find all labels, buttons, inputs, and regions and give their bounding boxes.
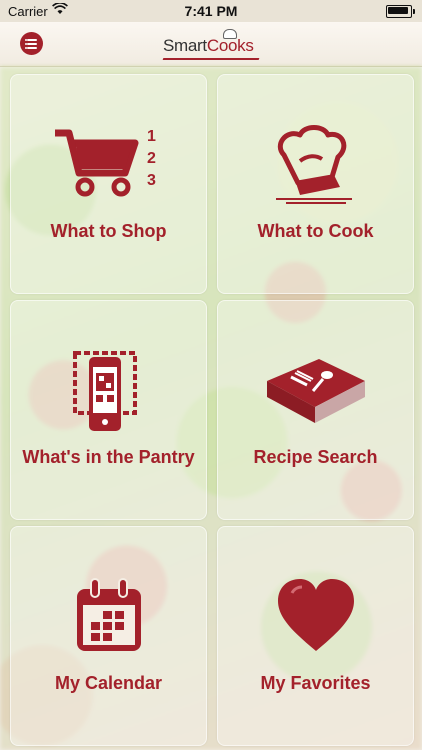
logo-text-smart: Smart [163,36,207,55]
qr-phone-icon [11,351,206,441]
cart-number-3: 3 [147,172,156,189]
battery-icon [386,5,415,18]
list-icon[interactable] [20,32,43,55]
logo-underline [162,58,260,60]
tile-label-what-to-cook: What to Cook [257,221,374,241]
status-time: 7:41 PM [184,3,238,19]
tile-label-whats-in-the-pantry: What's in the Pantry [22,447,195,467]
logo-text-cooks: Cooks [206,36,254,55]
tile-label-what-to-shop: What to Shop [50,221,167,241]
tile-what-to-cook[interactable]: What to Cook [217,74,414,294]
tile-label-my-favorites: My Favorites [260,673,371,693]
cart-number-1: 1 [147,128,156,145]
calendar-icon [11,577,206,667]
cookbook-icon [218,351,413,441]
app-logo: SmartCooks [162,29,260,62]
chef-hat-icon [218,125,413,215]
shopping-cart-icon: 1 2 3 [11,125,206,215]
tile-label-recipe-search: Recipe Search [253,447,378,467]
tile-label-my-calendar: My Calendar [54,673,163,693]
menu-grid: 1 2 3 What to Shop What to Cook What's i… [10,74,414,746]
tile-my-calendar[interactable]: My Calendar [10,526,207,746]
tile-whats-in-the-pantry[interactable]: What's in the Pantry [10,300,207,520]
status-bar: Carrier 7:41 PM [0,0,422,22]
heart-icon [218,577,413,667]
navbar: SmartCooks [0,22,422,67]
tile-what-to-shop[interactable]: 1 2 3 What to Shop [10,74,207,294]
cart-number-2: 2 [147,150,156,167]
tile-my-favorites[interactable]: My Favorites [217,526,414,746]
tile-recipe-search[interactable]: Recipe Search [217,300,414,520]
